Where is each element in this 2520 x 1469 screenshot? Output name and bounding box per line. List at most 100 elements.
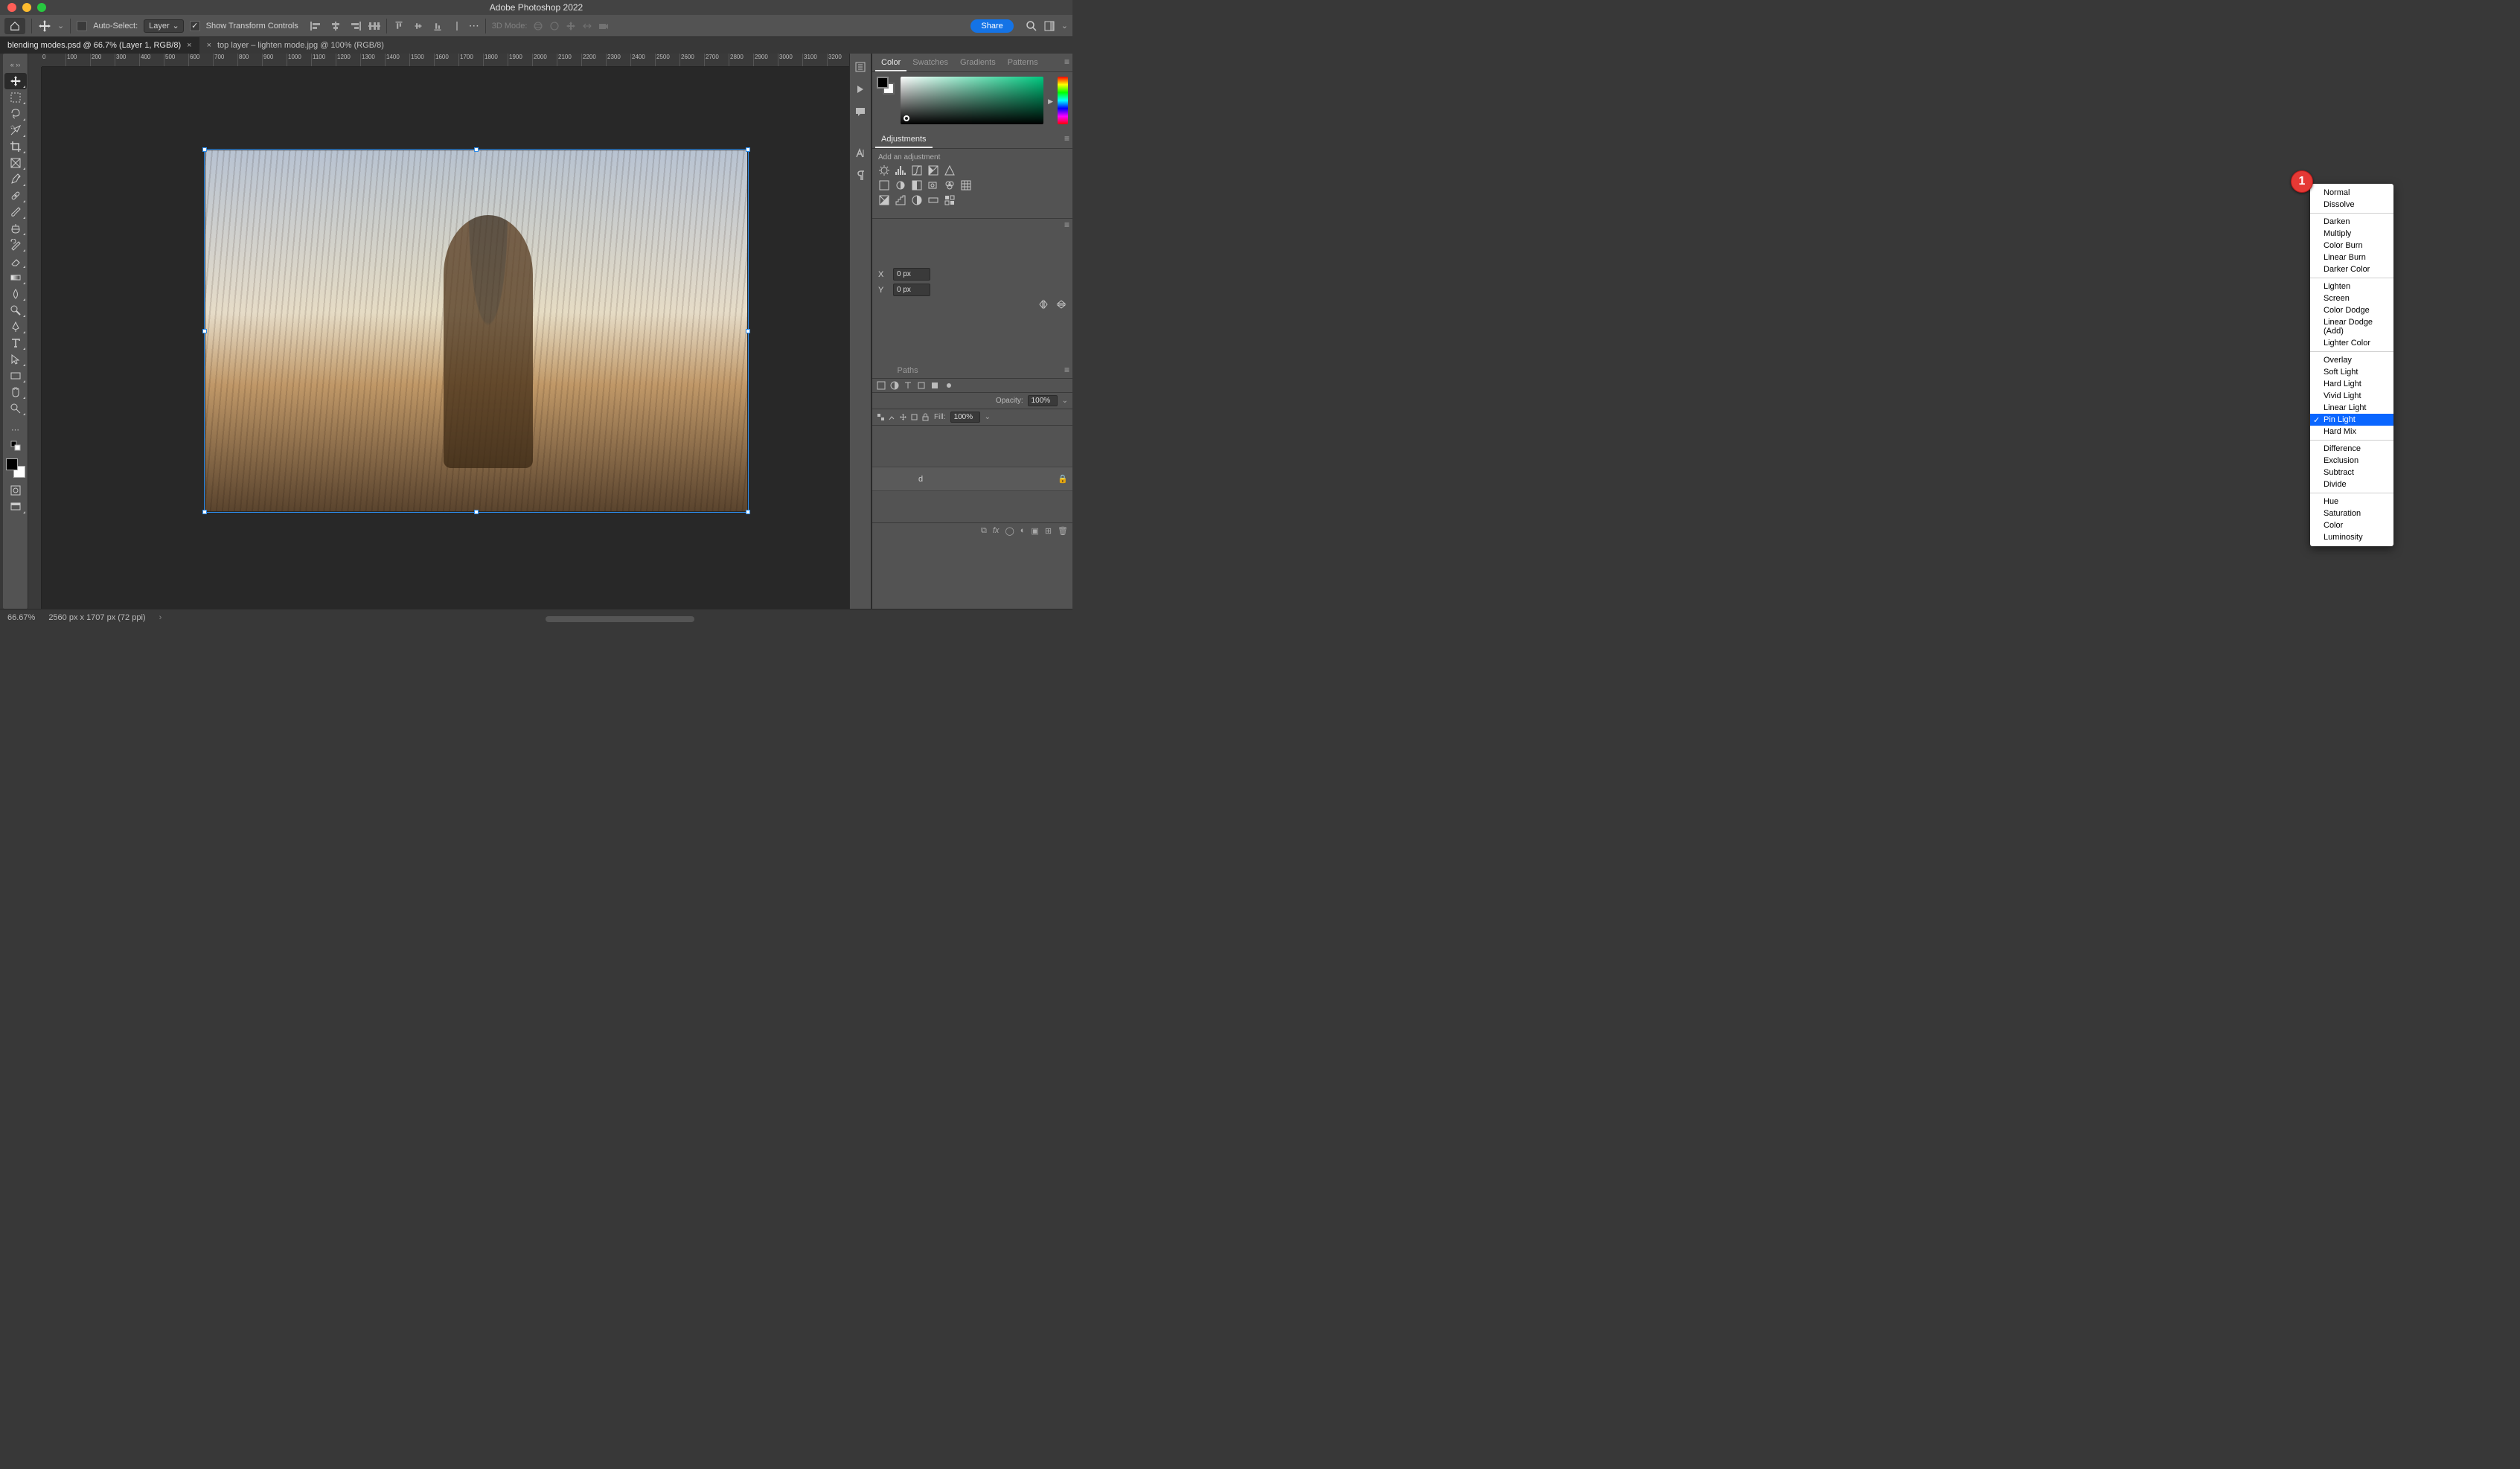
foreground-swatch[interactable] [877, 77, 889, 89]
fg-bg-swatches[interactable] [877, 77, 896, 126]
quick-selection-tool[interactable] [4, 122, 27, 138]
horizontal-scrollbar[interactable] [546, 616, 694, 622]
filter-adj-icon[interactable] [890, 381, 899, 390]
search-icon[interactable] [1026, 20, 1037, 32]
levels-adj-icon[interactable] [895, 164, 906, 176]
lock-icon[interactable]: 🔒 [1058, 474, 1068, 484]
link-layers-icon[interactable]: ⧉ [981, 526, 987, 536]
align-hcenter-icon[interactable] [330, 22, 342, 31]
blend-mode-option-darken[interactable]: Darken [2310, 216, 2393, 228]
clone-stamp-tool[interactable] [4, 220, 27, 237]
filter-toggle[interactable] [947, 383, 951, 388]
color-lookup-adj-icon[interactable] [960, 179, 972, 191]
gradient-tool[interactable] [4, 269, 27, 286]
threshold-adj-icon[interactable] [911, 194, 923, 206]
brightness-contrast-adj-icon[interactable] [878, 164, 890, 176]
lock-image-icon[interactable] [888, 413, 896, 421]
opacity-dropdown-icon[interactable]: ⌄ [1062, 397, 1068, 405]
layer-row-background[interactable]: d 🔒 [872, 467, 1072, 491]
tab-patterns[interactable]: Patterns [1002, 55, 1044, 71]
actions-panel-icon[interactable] [854, 83, 866, 95]
lasso-tool[interactable] [4, 106, 27, 122]
zoom-tool[interactable] [4, 400, 27, 417]
pan-3d-icon[interactable] [566, 21, 576, 31]
quick-mask-button[interactable] [4, 482, 27, 499]
new-fill-adj-icon[interactable]: ◐ [1020, 526, 1026, 536]
layer-mask-icon[interactable]: ◯ [1005, 526, 1014, 536]
blend-mode-option-linear-dodge-add-[interactable]: Linear Dodge (Add) [2310, 316, 2393, 337]
foreground-color-swatch[interactable] [6, 458, 18, 470]
flip-h-icon[interactable] [1038, 299, 1049, 310]
camera-3d-icon[interactable] [598, 21, 609, 31]
blend-mode-option-color-dodge[interactable]: Color Dodge [2310, 304, 2393, 316]
align-vcenter-icon[interactable] [412, 22, 424, 31]
frame-tool[interactable] [4, 155, 27, 171]
panel-menu-icon[interactable]: ≡ [1064, 365, 1069, 375]
transform-handle-bc[interactable] [474, 510, 479, 514]
slide-3d-icon[interactable] [582, 21, 592, 31]
zoom-level[interactable]: 66.67% [7, 613, 35, 622]
invert-adj-icon[interactable] [878, 194, 890, 206]
ruler-vertical[interactable] [28, 67, 42, 609]
orbit-3d-icon[interactable] [533, 21, 543, 31]
more-options-icon[interactable]: ⋯ [469, 19, 479, 32]
close-tab-icon[interactable]: × [207, 41, 211, 50]
transform-bounding-box[interactable] [204, 149, 749, 513]
blend-mode-option-exclusion[interactable]: Exclusion [2310, 455, 2393, 467]
ruler-origin[interactable] [28, 54, 42, 67]
gradient-map-adj-icon[interactable] [927, 194, 939, 206]
posterize-adj-icon[interactable] [895, 194, 906, 206]
blend-mode-option-luminosity[interactable]: Luminosity [2310, 531, 2393, 543]
transform-handle-tl[interactable] [202, 147, 207, 152]
move-tool[interactable] [4, 73, 27, 89]
vibrance-adj-icon[interactable] [944, 164, 956, 176]
transform-handle-br[interactable] [746, 510, 750, 514]
eraser-tool[interactable] [4, 253, 27, 269]
panel-menu-icon[interactable]: ≡ [1064, 57, 1069, 67]
history-brush-tool[interactable] [4, 237, 27, 253]
blend-mode-option-overlay[interactable]: Overlay [2310, 354, 2393, 366]
path-selection-tool[interactable] [4, 351, 27, 368]
transform-handle-tc[interactable] [474, 147, 479, 152]
panel-collapse-button[interactable]: « ›› [4, 57, 27, 73]
dodge-tool[interactable] [4, 302, 27, 319]
blend-mode-option-divide[interactable]: Divide [2310, 479, 2393, 490]
new-group-icon[interactable]: ▣ [1031, 526, 1038, 536]
pen-tool[interactable] [4, 319, 27, 335]
blend-mode-dropdown[interactable]: NormalDissolveDarkenMultiplyColor BurnLi… [2310, 184, 2393, 546]
filter-pixel-icon[interactable] [877, 381, 886, 390]
canvas[interactable] [42, 67, 849, 609]
panel-menu-icon[interactable]: ≡ [1064, 220, 1069, 230]
crop-tool[interactable] [4, 138, 27, 155]
auto-select-target-dropdown[interactable]: Layer [144, 19, 184, 33]
rectangle-tool[interactable] [4, 368, 27, 384]
align-right-icon[interactable] [349, 22, 361, 31]
layer-style-icon[interactable]: fx [993, 526, 1000, 536]
blend-mode-option-color-burn[interactable]: Color Burn [2310, 240, 2393, 252]
channel-mixer-adj-icon[interactable] [944, 179, 956, 191]
color-balance-adj-icon[interactable] [895, 179, 906, 191]
blend-mode-option-linear-light[interactable]: Linear Light [2310, 402, 2393, 414]
transform-handle-mr[interactable] [746, 329, 750, 333]
edit-toolbar-button[interactable]: ⋯ [4, 421, 27, 438]
hue-slider[interactable] [1058, 77, 1068, 124]
color-field-arrow-icon[interactable]: ▶ [1048, 97, 1053, 106]
y-input[interactable] [893, 284, 930, 296]
blend-mode-option-hue[interactable]: Hue [2310, 496, 2393, 508]
blend-mode-option-linear-burn[interactable]: Linear Burn [2310, 252, 2393, 263]
blend-mode-option-subtract[interactable]: Subtract [2310, 467, 2393, 479]
x-input[interactable] [893, 268, 930, 281]
blend-mode-option-darker-color[interactable]: Darker Color [2310, 263, 2393, 275]
lock-position-icon[interactable] [899, 413, 907, 421]
blend-mode-option-lighter-color[interactable]: Lighter Color [2310, 337, 2393, 349]
hand-tool[interactable] [4, 384, 27, 400]
fill-dropdown-icon[interactable]: ⌄ [985, 413, 991, 421]
history-panel-icon[interactable] [854, 61, 866, 73]
photo-filter-adj-icon[interactable] [927, 179, 939, 191]
flip-v-icon[interactable] [1056, 299, 1066, 310]
tab-swatches[interactable]: Swatches [906, 55, 954, 71]
blur-tool[interactable] [4, 286, 27, 302]
canvas-area[interactable]: 0100200300400500600700800900100011001200… [28, 54, 849, 609]
align-left-icon[interactable] [310, 22, 322, 31]
blend-mode-option-hard-light[interactable]: Hard Light [2310, 378, 2393, 390]
